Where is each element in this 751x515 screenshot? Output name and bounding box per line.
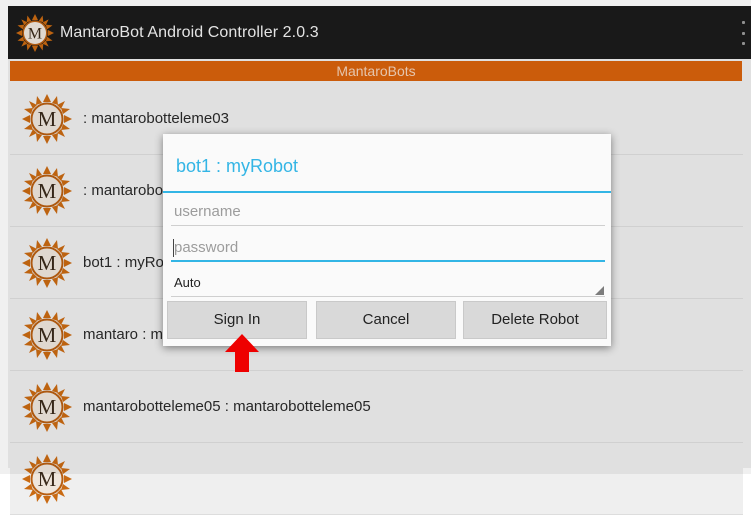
text-cursor — [173, 239, 174, 257]
red-up-arrow-icon — [225, 334, 259, 372]
cancel-button[interactable]: Cancel — [316, 301, 456, 339]
mode-selected-value: Auto — [174, 275, 201, 290]
dialog-title-divider — [163, 191, 611, 193]
dialog-title: bot1 : myRobot — [176, 156, 299, 176]
spinner-dropdown-icon — [595, 286, 604, 295]
username-field[interactable] — [171, 198, 605, 226]
sign-in-dialog: bot1 : myRobot Auto Sign In Cancel Delet… — [163, 134, 611, 346]
password-field[interactable] — [171, 234, 605, 262]
mode-spinner[interactable]: Auto — [171, 270, 605, 297]
delete-robot-button[interactable]: Delete Robot — [463, 301, 607, 339]
